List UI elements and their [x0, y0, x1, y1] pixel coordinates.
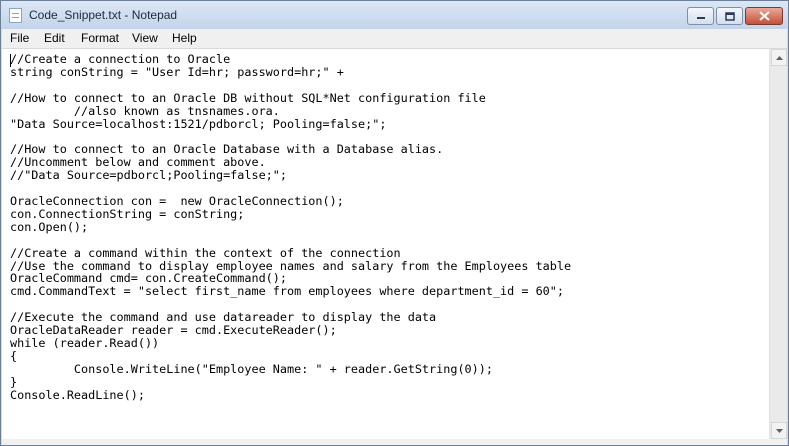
close-button[interactable]: [745, 7, 783, 25]
menu-format[interactable]: Format: [81, 31, 119, 45]
menu-file[interactable]: File: [10, 31, 29, 45]
text-editor[interactable]: //Create a connection to Oracle string c…: [2, 49, 769, 439]
notepad-icon[interactable]: [9, 8, 22, 23]
close-icon: [758, 11, 770, 21]
menu-edit[interactable]: Edit: [44, 31, 65, 45]
menu-bar: File Edit Format View Help: [2, 29, 787, 49]
minimize-icon: [696, 17, 705, 19]
minimize-button[interactable]: [687, 7, 714, 25]
editor-content[interactable]: //Create a connection to Oracle string c…: [2, 49, 769, 401]
vertical-scrollbar[interactable]: [769, 49, 787, 439]
scroll-down-arrow-icon: [775, 428, 783, 433]
window-title: Code_Snippet.txt - Notepad: [29, 8, 178, 22]
scroll-up-button[interactable]: [771, 49, 787, 66]
menu-view[interactable]: View: [132, 31, 158, 45]
title-bar[interactable]: Code_Snippet.txt - Notepad: [1, 1, 788, 29]
scroll-down-button[interactable]: [771, 422, 787, 439]
menu-help[interactable]: Help: [172, 31, 197, 45]
notepad-window: Code_Snippet.txt - Notepad File Edit For…: [0, 0, 789, 446]
window-bottom-edge: [2, 439, 787, 445]
maximize-button[interactable]: [716, 7, 743, 25]
maximize-icon: [724, 11, 735, 21]
scroll-up-arrow-icon: [775, 55, 783, 60]
text-caret: [10, 54, 11, 67]
